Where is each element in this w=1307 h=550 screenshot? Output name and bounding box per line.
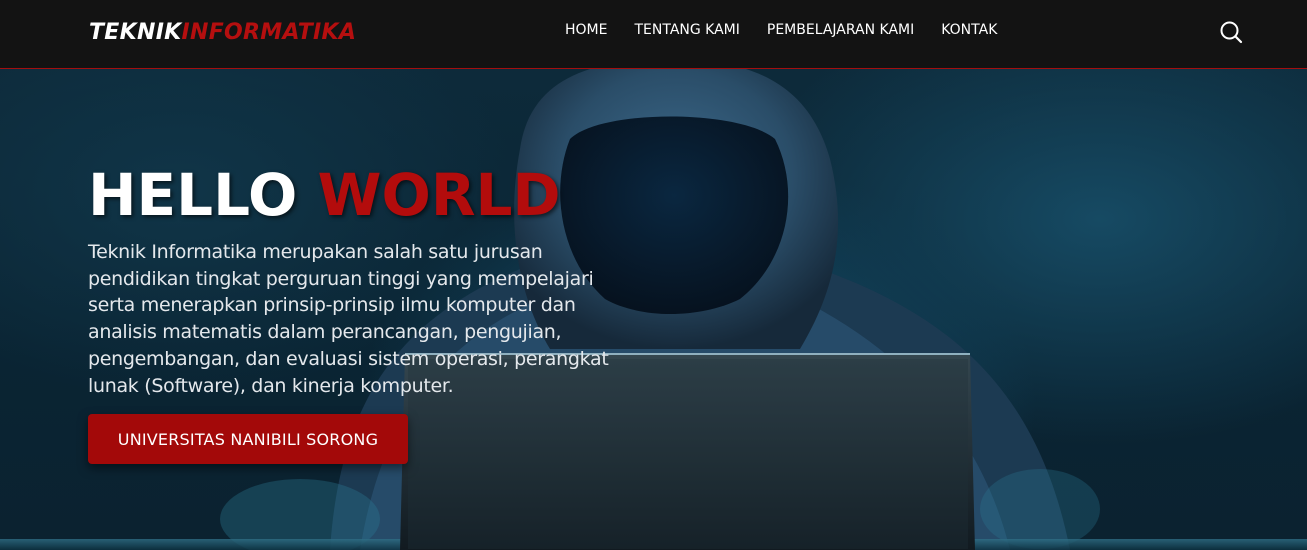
hero-banner: HELLO WORLD Teknik Informatika merupakan… xyxy=(0,69,1307,550)
nav-home[interactable]: HOME xyxy=(565,22,607,38)
hero-title-white: HELLO xyxy=(88,161,298,229)
search-icon[interactable] xyxy=(1219,20,1243,44)
top-navbar: TEKNIKINFORMATIKA HOME TENTANG KAMI PEMB… xyxy=(0,0,1307,69)
brand-logo[interactable]: TEKNIKINFORMATIKA xyxy=(89,20,356,45)
nav-tentang-kami[interactable]: TENTANG KAMI xyxy=(634,22,739,38)
brand-text-primary: TEKNIK xyxy=(89,20,182,45)
nav-pembelajaran-kami[interactable]: PEMBELAJARAN KAMI xyxy=(767,22,914,38)
brand-text-accent: INFORMATIKA xyxy=(181,20,357,45)
hero-description: Teknik Informatika merupakan salah satu … xyxy=(88,241,609,397)
hero-title-red: WORLD xyxy=(317,161,561,229)
main-nav: HOME TENTANG KAMI PEMBELAJARAN KAMI KONT… xyxy=(565,22,1024,38)
nav-kontak[interactable]: KONTAK xyxy=(941,22,997,38)
universitas-button[interactable]: UNIVERSITAS NANIBILI SORONG xyxy=(88,414,408,464)
hero-title: HELLO WORLD xyxy=(88,161,561,229)
